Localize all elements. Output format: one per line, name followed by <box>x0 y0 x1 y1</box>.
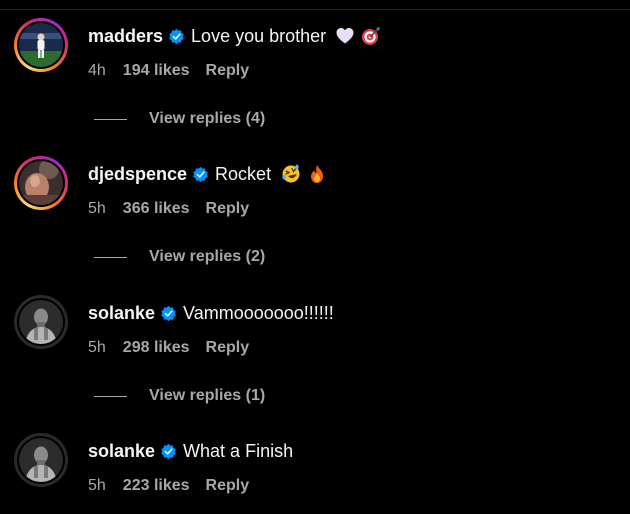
reply-button[interactable]: Reply <box>206 200 250 218</box>
replies-divider <box>94 256 127 258</box>
top-divider <box>0 9 630 10</box>
comment-text: Vammooooooo!!!!!! <box>183 302 334 323</box>
comment-timestamp: 5h <box>88 477 106 494</box>
white-heart-icon <box>336 28 354 44</box>
username[interactable]: solanke <box>88 441 155 462</box>
avatar-story-ring[interactable] <box>14 156 68 210</box>
avatar[interactable] <box>19 300 63 344</box>
comment-timestamp: 5h <box>88 339 106 356</box>
username[interactable]: madders <box>88 26 163 47</box>
verified-badge-icon <box>193 166 208 182</box>
fire-icon <box>311 165 324 183</box>
verified-badge-icon <box>161 305 176 321</box>
avatar-ring[interactable] <box>14 433 68 487</box>
view-replies-label: View replies (1) <box>149 387 266 404</box>
comment-text: What a Finish <box>183 440 294 461</box>
avatar-ring[interactable] <box>14 295 68 349</box>
avatar-story-ring[interactable] <box>14 18 68 72</box>
likes-count[interactable]: 194 likes <box>123 62 190 80</box>
view-replies-label: View replies (2) <box>149 248 266 265</box>
likes-count[interactable]: 298 likes <box>123 339 190 357</box>
view-replies-button[interactable]: View replies (2) <box>94 247 265 267</box>
direct-hit-icon <box>362 27 381 45</box>
avatar[interactable] <box>19 161 63 205</box>
reply-button[interactable]: Reply <box>206 62 250 80</box>
view-replies-button[interactable]: View replies (4) <box>94 109 265 129</box>
username[interactable]: djedspence <box>88 164 187 185</box>
comment-text: Rocket <box>215 163 272 184</box>
likes-count[interactable]: 366 likes <box>123 200 190 218</box>
reply-button[interactable]: Reply <box>206 477 250 495</box>
comment-text: Love you brother <box>191 25 327 46</box>
avatar[interactable] <box>19 438 63 482</box>
likes-count[interactable]: 223 likes <box>123 477 190 495</box>
view-replies-button[interactable]: View replies (1) <box>94 386 265 406</box>
comment-timestamp: 4h <box>88 62 106 79</box>
replies-divider <box>94 118 127 120</box>
reply-button[interactable]: Reply <box>206 339 250 357</box>
avatar[interactable] <box>19 23 63 67</box>
view-replies-label: View replies (4) <box>149 110 266 127</box>
rolling-laughing-icon <box>282 164 300 183</box>
verified-badge-icon <box>169 28 184 44</box>
comment-timestamp: 5h <box>88 200 106 217</box>
username[interactable]: solanke <box>88 303 155 324</box>
replies-divider <box>94 395 127 397</box>
verified-badge-icon <box>161 443 176 459</box>
